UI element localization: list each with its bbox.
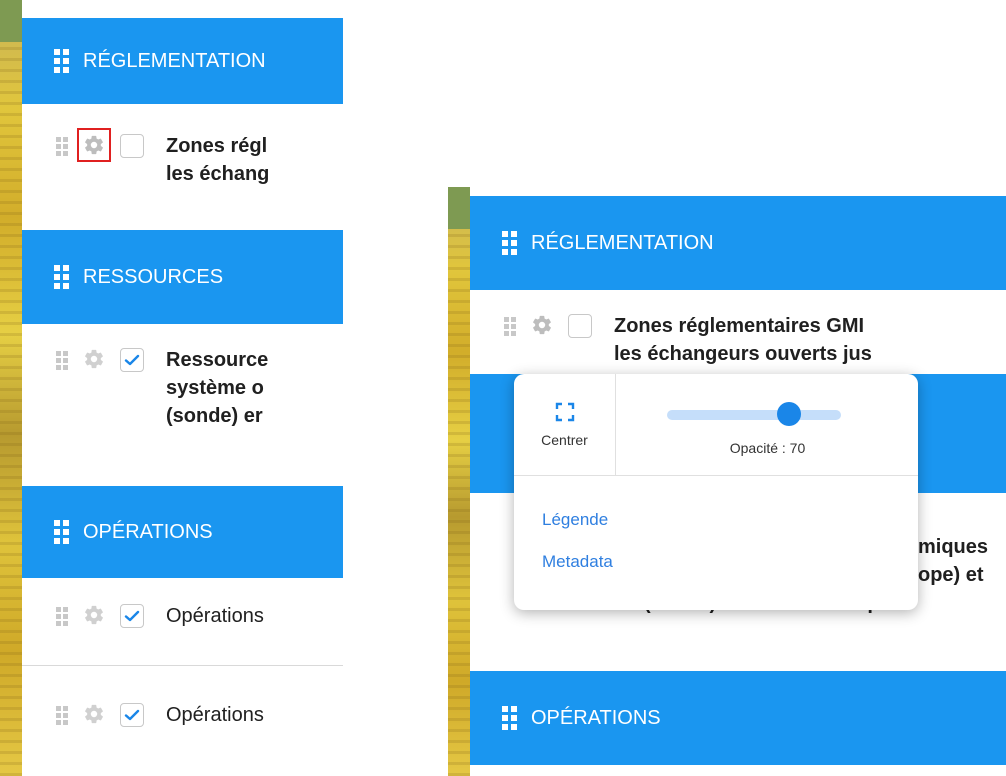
section-title: OPÉRATIONS (531, 706, 661, 729)
drag-handle-icon[interactable] (56, 137, 68, 156)
layer-label: Opérations (166, 704, 264, 726)
layer-checkbox[interactable] (568, 314, 592, 338)
layer-checkbox[interactable] (120, 134, 144, 158)
section-title: OPÉRATIONS (83, 520, 213, 543)
drag-handle-icon[interactable] (56, 706, 68, 725)
layer-label: Ressource système o (sonde) er (166, 349, 269, 427)
drag-handle-icon[interactable] (54, 265, 69, 289)
section-title: RESSOURCES (83, 265, 224, 288)
layer-label: Zones régl les échang (166, 135, 270, 185)
gear-icon[interactable] (82, 702, 106, 726)
popup-top-section: Centrer Opacité : 70 (514, 374, 918, 476)
map-strip-top (0, 0, 22, 42)
center-label: Centrer (541, 432, 588, 448)
map-strip (448, 187, 470, 776)
layer-checkbox[interactable] (120, 604, 144, 628)
layer-panel-left: RÉGLEMENTATION Zones régl les échang RES… (0, 0, 343, 776)
opacity-control: Opacité : 70 (617, 374, 918, 476)
gear-icon[interactable] (77, 128, 111, 162)
drag-handle-icon[interactable] (502, 231, 517, 255)
opacity-label: Opacité : 70 (729, 440, 806, 456)
layer-row: Zones réglementaires GMI les échangeurs … (470, 314, 1006, 374)
layer-row: Zones régl les échang (22, 128, 343, 226)
drag-handle-icon[interactable] (56, 351, 68, 370)
layer-row: Opérations (22, 578, 343, 666)
legend-link[interactable]: Légende (542, 510, 608, 530)
drag-handle-icon[interactable] (504, 317, 516, 336)
map-strip-top (448, 187, 470, 229)
map-strip (0, 0, 22, 776)
section-header-operations[interactable]: OPÉRATIONS (22, 486, 343, 578)
gear-icon[interactable] (530, 313, 554, 337)
check-icon (124, 709, 140, 721)
drag-handle-icon[interactable] (502, 706, 517, 730)
check-icon (124, 610, 140, 622)
layer-list: RÉGLEMENTATION Zones régl les échang RES… (22, 0, 343, 776)
layer-checkbox[interactable] (120, 348, 144, 372)
check-icon (124, 354, 140, 366)
center-button[interactable]: Centrer (514, 374, 616, 476)
section-header-reglementation[interactable]: RÉGLEMENTATION (470, 196, 1006, 290)
gear-icon[interactable] (82, 347, 106, 371)
section-header-operations[interactable]: OPÉRATIONS (470, 671, 1006, 765)
layer-label: Zones réglementaires GMI les échangeurs … (614, 315, 872, 365)
layer-checkbox[interactable] (120, 703, 144, 727)
section-header-ressources[interactable]: RESSOURCES (22, 230, 343, 324)
fullscreen-center-icon (555, 402, 574, 422)
drag-handle-icon[interactable] (56, 607, 68, 626)
drag-handle-icon[interactable] (54, 520, 69, 544)
layer-row: Opérations (22, 667, 343, 757)
drag-handle-icon[interactable] (54, 49, 69, 73)
metadata-link[interactable]: Metadata (542, 552, 613, 572)
layer-options-popup: Centrer Opacité : 70 Légende Metadata (514, 374, 918, 610)
section-title: RÉGLEMENTATION (531, 231, 714, 254)
gear-icon[interactable] (82, 603, 106, 627)
section-header-reglementation[interactable]: RÉGLEMENTATION (22, 18, 343, 104)
opacity-slider-thumb[interactable] (776, 402, 801, 426)
section-title: RÉGLEMENTATION (83, 49, 266, 72)
opacity-slider-track[interactable] (667, 410, 841, 420)
layer-label: Opérations (166, 605, 264, 627)
layer-row: Ressource système o (sonde) er (22, 348, 343, 482)
